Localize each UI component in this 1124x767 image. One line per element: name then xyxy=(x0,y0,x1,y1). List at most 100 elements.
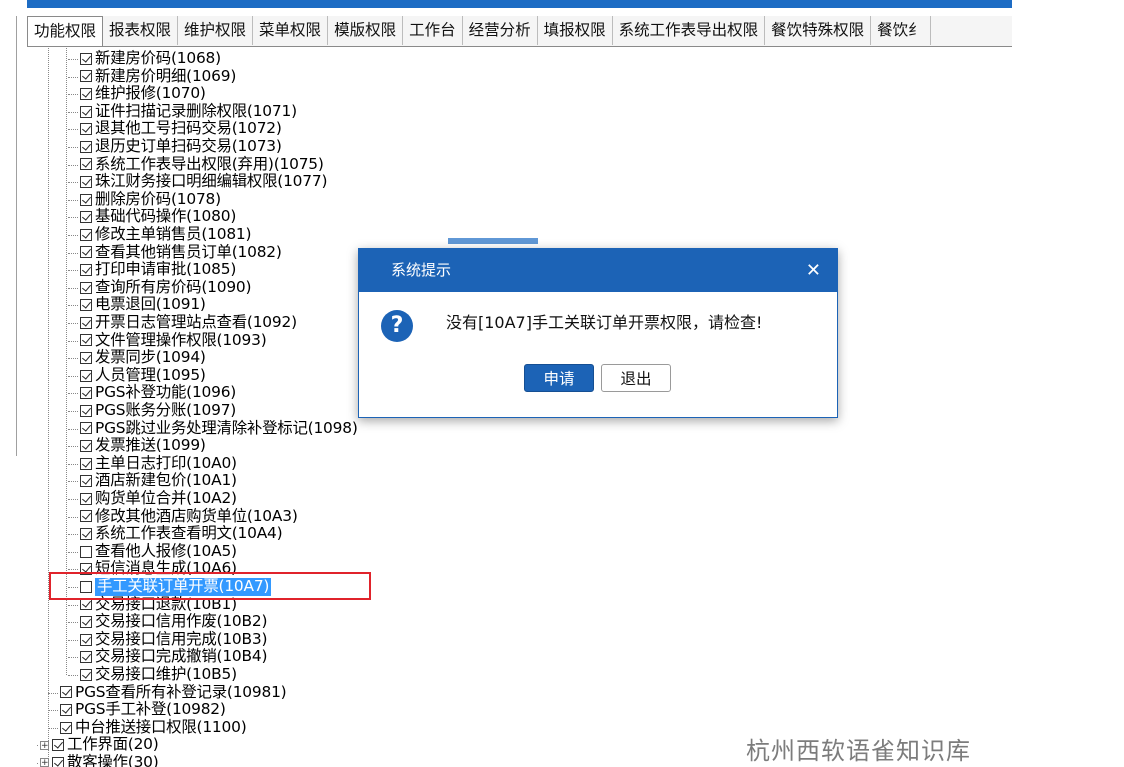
tree-item[interactable]: 删除房价码(1078) xyxy=(80,190,221,209)
tree-item[interactable]: PGS手工补登(10982) xyxy=(60,701,226,719)
tree-item[interactable]: + 散客操作(30) xyxy=(40,753,159,767)
checkbox[interactable] xyxy=(80,316,92,329)
tree-item[interactable]: 查看他人报修(10A5) xyxy=(80,542,237,561)
checkbox[interactable] xyxy=(80,457,92,470)
tree-connector xyxy=(68,551,78,553)
tree-item[interactable]: 中台推送接口权限(1100) xyxy=(60,718,247,737)
tree-connector xyxy=(68,94,78,96)
tab-4[interactable]: 模版权限 xyxy=(328,16,404,45)
apply-button[interactable]: 申请 xyxy=(524,364,594,392)
checkbox[interactable] xyxy=(80,87,92,100)
tree-item[interactable]: 酒店新建包价(10A1) xyxy=(80,472,237,490)
checkbox[interactable] xyxy=(80,105,92,118)
tab-3[interactable]: 菜单权限 xyxy=(253,16,329,45)
tab-9[interactable]: 餐饮特殊权限 xyxy=(765,16,872,45)
tree-item[interactable]: + 工作界面(20) xyxy=(40,736,159,754)
tree-item[interactable]: 修改其他酒店购货单位(10A3) xyxy=(80,507,298,526)
tab-10[interactable]: 餐饮纟 xyxy=(871,16,931,45)
checkbox[interactable] xyxy=(80,598,92,611)
tab-5[interactable]: 工作台 xyxy=(403,16,463,45)
tree-item[interactable]: 基础代码操作(1080) xyxy=(80,208,236,226)
tree-item[interactable]: 交易接口信用完成(10B3) xyxy=(80,630,267,649)
checkbox[interactable] xyxy=(60,686,72,699)
tree-item[interactable]: 购货单位合并(10A2) xyxy=(80,489,237,508)
tree-item[interactable]: 珠江财务接口明细编辑权限(1077) xyxy=(80,173,327,191)
checkbox[interactable] xyxy=(80,70,92,83)
tree-item[interactable]: 查询所有房价码(1090) xyxy=(80,278,252,297)
tree-item[interactable]: PGS补登功能(1096) xyxy=(80,384,236,402)
tab-6[interactable]: 经营分析 xyxy=(463,16,538,45)
checkbox[interactable] xyxy=(80,140,92,153)
tab-8[interactable]: 系统工作表导出权限 xyxy=(613,16,766,45)
tab-2[interactable]: 维护权限 xyxy=(178,16,254,45)
tree-item[interactable]: PGS账务分账(1097) xyxy=(80,401,236,420)
checkbox[interactable] xyxy=(80,492,92,505)
tree-item[interactable]: PGS跳过业务处理清除补登标记(1098) xyxy=(80,419,358,438)
checkbox[interactable] xyxy=(80,123,92,136)
tree-item[interactable]: 主单日志打印(10A0) xyxy=(80,454,237,473)
tab-0[interactable]: 功能权限 xyxy=(27,16,104,46)
tree-item[interactable]: 证件扫描记录删除权限(1071) xyxy=(80,102,297,121)
tree-item[interactable]: 新建房价码(1068) xyxy=(80,49,221,68)
checkbox[interactable] xyxy=(80,545,92,558)
tree-item[interactable]: 退历史订单扫码交易(1073) xyxy=(80,137,282,156)
tree-item[interactable]: 系统工作表查看明文(10A4) xyxy=(80,525,283,543)
checkbox[interactable] xyxy=(80,52,92,65)
tree-item[interactable]: 人员管理(1095) xyxy=(80,366,206,385)
tree-item[interactable]: 维护报修(1070) xyxy=(80,85,206,103)
tree-item[interactable]: 开票日志管理站点查看(1092) xyxy=(80,313,297,332)
checkbox[interactable] xyxy=(60,703,72,716)
tree-item[interactable]: PGS查看所有补登记录(10981) xyxy=(60,683,287,702)
checkbox[interactable] xyxy=(80,404,92,417)
checkbox[interactable] xyxy=(60,721,72,734)
checkbox[interactable] xyxy=(80,527,92,540)
tree-item[interactable]: 发票同步(1094) xyxy=(80,349,206,367)
expand-icon[interactable]: + xyxy=(40,758,49,767)
checkbox[interactable] xyxy=(80,193,92,206)
tree-connector xyxy=(68,76,78,78)
checkbox[interactable] xyxy=(80,158,92,171)
checkbox[interactable] xyxy=(80,263,92,276)
checkbox[interactable] xyxy=(80,281,92,294)
tree-connector xyxy=(68,393,78,395)
checkbox[interactable] xyxy=(80,351,92,364)
checkbox[interactable] xyxy=(80,633,92,646)
checkbox[interactable] xyxy=(80,387,92,400)
checkbox[interactable] xyxy=(80,439,92,452)
close-icon[interactable]: ✕ xyxy=(806,249,821,292)
tree-item[interactable]: 文件管理操作权限(1093) xyxy=(80,331,267,350)
checkbox[interactable] xyxy=(80,615,92,628)
tree-item[interactable]: 查看其他销售员订单(1082) xyxy=(80,243,282,262)
tree-item[interactable]: 交易接口完成撤销(10B4) xyxy=(80,648,267,666)
checkbox[interactable] xyxy=(80,668,92,681)
checkbox[interactable] xyxy=(80,334,92,347)
tree-item[interactable]: 发票推送(1099) xyxy=(80,437,206,455)
checkbox[interactable] xyxy=(80,422,92,435)
tab-7[interactable]: 填报权限 xyxy=(538,16,613,45)
checkbox[interactable] xyxy=(80,475,92,488)
checkbox[interactable] xyxy=(80,299,92,312)
tree-connector xyxy=(68,182,78,184)
checkbox[interactable] xyxy=(80,510,92,523)
tree-item[interactable]: 系统工作表导出权限(弃用)(1075) xyxy=(80,155,324,174)
tree-item[interactable]: 修改主单销售员(1081) xyxy=(80,225,252,244)
tree-item[interactable]: 新建房价明细(1069) xyxy=(80,67,236,86)
checkbox[interactable] xyxy=(80,369,92,382)
checkbox[interactable] xyxy=(52,756,64,767)
checkbox[interactable] xyxy=(80,175,92,188)
exit-button[interactable]: 退出 xyxy=(601,364,671,392)
tree-item[interactable]: 交易接口维护(10B5) xyxy=(80,665,237,684)
checkbox[interactable] xyxy=(80,228,92,241)
tree-connector xyxy=(68,111,78,113)
tree-item[interactable]: 电票退回(1091) xyxy=(80,296,206,314)
tree-item[interactable]: 交易接口信用作废(10B2) xyxy=(80,613,267,631)
checkbox[interactable] xyxy=(52,739,64,752)
checkbox[interactable] xyxy=(80,246,92,259)
checkbox[interactable] xyxy=(80,651,92,664)
tab-1[interactable]: 报表权限 xyxy=(103,16,179,45)
tree-item-label: 打印申请审批(1085) xyxy=(95,260,237,279)
tree-item[interactable]: 退其他工号扫码交易(1072) xyxy=(80,120,282,138)
expand-icon[interactable]: + xyxy=(40,740,49,750)
checkbox[interactable] xyxy=(80,211,92,224)
tree-item[interactable]: 打印申请审批(1085) xyxy=(80,261,236,279)
